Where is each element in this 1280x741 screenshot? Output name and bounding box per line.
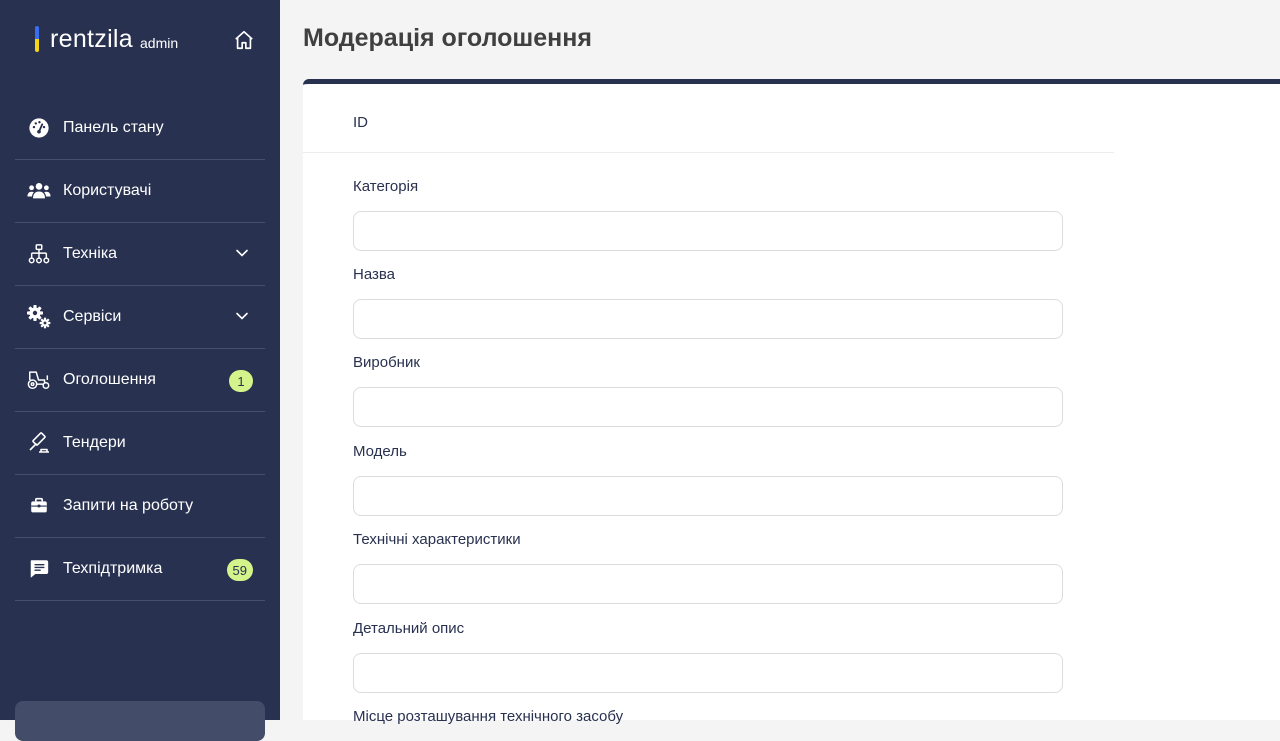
sidebar-item-label: Оголошення: [63, 371, 156, 388]
category-field: Категорія: [353, 178, 1063, 251]
listings-count-badge: 1: [229, 370, 253, 392]
sidebar-item-support[interactable]: Техпідтримка 59: [15, 538, 265, 601]
tractor-icon: [27, 368, 51, 392]
sidebar-item-equipment[interactable]: Техніка: [15, 223, 265, 286]
sidebar-item-services[interactable]: Сервіси: [15, 286, 265, 349]
specifications-field: Технічні характеристики: [353, 531, 1063, 604]
field-label: Місце розташування технічного засобу: [353, 708, 624, 725]
field-label: Категорія: [353, 178, 419, 195]
dashboard-gauge-icon: [27, 116, 51, 140]
specifications-input[interactable]: [353, 564, 1063, 604]
name-input[interactable]: [353, 299, 1063, 339]
sidebar-item-label: Техніка: [63, 245, 118, 262]
brand-name: rentzila: [50, 24, 133, 53]
profile-card[interactable]: [15, 701, 265, 741]
field-label: Модель: [353, 443, 407, 460]
sidebar-item-job-requests[interactable]: Запити на роботу: [15, 475, 265, 538]
description-field: Детальний опис: [353, 620, 1063, 693]
moderation-form-panel: ID Категорія Назва Виробник Модель Техні…: [303, 79, 1280, 725]
sidebar-item-label: Панель стану: [63, 119, 164, 136]
brand-sub: admin: [140, 35, 179, 51]
field-label: Назва: [353, 266, 396, 283]
category-input[interactable]: [353, 211, 1063, 251]
chevron-down-icon[interactable]: [235, 309, 249, 323]
gavel-icon: [27, 431, 51, 455]
sidebar-item-label: Запити на роботу: [63, 497, 194, 514]
field-label: Виробник: [353, 354, 420, 371]
sidebar-item-users[interactable]: Користувачі: [15, 160, 265, 223]
sidebar-item-dashboard[interactable]: Панель стану: [15, 97, 265, 160]
sidebar-nav: Панель стану Користувачі Техніка Сервіси: [15, 97, 265, 601]
field-label: Технічні характеристики: [353, 531, 521, 548]
sidebar-item-label: Сервіси: [63, 308, 122, 325]
model-input[interactable]: [353, 476, 1063, 516]
briefcase-icon: [27, 494, 51, 518]
name-field: Назва: [353, 266, 1063, 339]
chat-icon: [27, 557, 51, 581]
description-input[interactable]: [353, 653, 1063, 693]
location-field: Місце розташування технічного засобу: [353, 708, 1063, 730]
id-label: ID: [353, 114, 368, 131]
field-label: Детальний опис: [353, 620, 465, 637]
page-title: Модерація оголошення: [303, 24, 592, 52]
sidebar-item-label: Техпідтримка: [63, 560, 163, 577]
sidebar-item-label: Користувачі: [63, 182, 152, 199]
gears-icon: [27, 305, 51, 329]
chevron-down-icon[interactable]: [235, 246, 249, 260]
home-button[interactable]: [231, 27, 257, 53]
sidebar-item-tenders[interactable]: Тендери: [15, 412, 265, 475]
support-count-badge: 59: [226, 559, 253, 581]
hierarchy-icon: [27, 242, 51, 266]
model-field: Модель: [353, 443, 1063, 516]
id-row: ID: [303, 84, 1114, 153]
flag-icon: [35, 26, 39, 52]
home-icon: [235, 30, 253, 50]
manufacturer-field: Виробник: [353, 354, 1063, 427]
users-icon: [27, 179, 51, 203]
sidebar-item-listings[interactable]: Оголошення 1: [15, 349, 265, 412]
manufacturer-input[interactable]: [353, 387, 1063, 427]
brand-logo[interactable]: rentzila admin: [35, 22, 178, 56]
sidebar: rentzila admin Панель стану Користувачі …: [0, 0, 280, 741]
sidebar-item-label: Тендери: [63, 434, 126, 451]
